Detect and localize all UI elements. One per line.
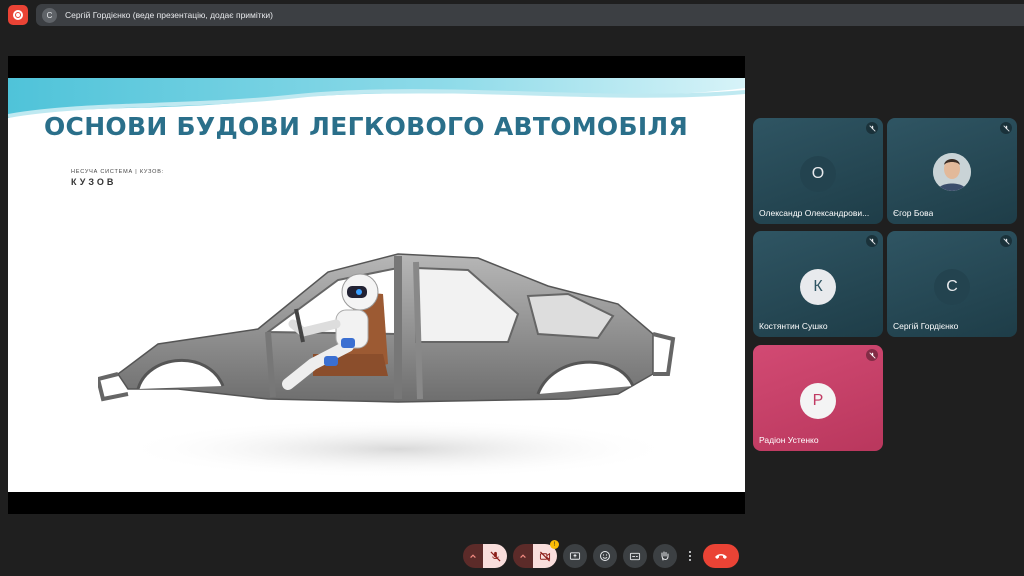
participant-name: Радіон Устенко bbox=[759, 435, 819, 445]
slide-subtitle: КУЗОВ bbox=[71, 177, 117, 187]
mic-off-icon bbox=[1000, 235, 1012, 247]
camera-options-button[interactable] bbox=[513, 544, 533, 568]
call-controls: ! bbox=[463, 540, 739, 568]
participant-tile[interactable]: Єгор Бова bbox=[887, 118, 1017, 224]
participant-tile[interactable]: С Сергій Гордієнко bbox=[887, 231, 1017, 337]
emoji-icon bbox=[600, 551, 610, 561]
reactions-button[interactable] bbox=[593, 544, 617, 568]
chevron-up-icon bbox=[520, 554, 526, 559]
mic-off-icon bbox=[866, 235, 878, 247]
participant-tile[interactable]: Р Радіон Устенко bbox=[753, 345, 883, 451]
meet-window: С Сергій Гордієнко (веде презентацію, до… bbox=[0, 0, 1024, 576]
mic-off-icon bbox=[489, 550, 501, 562]
slide-title: ОСНОВИ БУДОВИ ЛЕГКОВОГО АВТОМОБІЛЯ bbox=[44, 112, 689, 141]
mic-off-icon bbox=[866, 349, 878, 361]
camera-off-icon bbox=[539, 550, 551, 562]
present-button[interactable] bbox=[563, 544, 587, 568]
recording-icon bbox=[13, 10, 23, 20]
participant-photo bbox=[933, 153, 971, 191]
more-icon bbox=[689, 551, 691, 561]
presenter-bar: С Сергій Гордієнко (веде презентацію, до… bbox=[36, 4, 1024, 26]
presentation-stage[interactable]: ОСНОВИ БУДОВИ ЛЕГКОВОГО АВТОМОБІЛЯ НЕСУЧ… bbox=[8, 56, 745, 514]
participant-name: Сергій Гордієнко bbox=[893, 321, 959, 331]
present-icon bbox=[569, 551, 581, 560]
participant-avatar: С bbox=[934, 269, 970, 305]
mic-off-icon bbox=[1000, 122, 1012, 134]
participant-avatar: К bbox=[800, 269, 836, 305]
participant-name: Костянтин Сушко bbox=[759, 321, 828, 331]
leave-call-button[interactable] bbox=[703, 544, 739, 568]
mic-options-button[interactable] bbox=[463, 544, 483, 568]
camera-warning-badge: ! bbox=[550, 540, 559, 549]
chevron-up-icon bbox=[470, 554, 476, 559]
more-options-button[interactable] bbox=[683, 544, 697, 568]
participant-avatar: О bbox=[800, 156, 836, 192]
recording-button[interactable] bbox=[8, 5, 28, 25]
camera-control-group: ! bbox=[513, 540, 559, 568]
camera-toggle-button[interactable]: ! bbox=[533, 540, 559, 568]
participant-name: Єгор Бова bbox=[893, 208, 934, 218]
mic-off-icon bbox=[866, 122, 878, 134]
participant-name: Олександр Олександрови... bbox=[759, 208, 870, 218]
presenter-avatar: С bbox=[42, 7, 57, 23]
participant-tile[interactable]: О Олександр Олександрови... bbox=[753, 118, 883, 224]
raise-hand-icon bbox=[661, 551, 669, 561]
slide-caption: НЕСУЧА СИСТЕМА | КУЗОВ: bbox=[71, 169, 165, 175]
mic-control-group bbox=[463, 544, 507, 568]
presenter-status-text: Сергій Гордієнко (веде презентацію, дода… bbox=[65, 10, 273, 20]
end-call-icon bbox=[715, 554, 727, 559]
mic-toggle-button[interactable] bbox=[483, 544, 507, 568]
presentation-slide: ОСНОВИ БУДОВИ ЛЕГКОВОГО АВТОМОБІЛЯ НЕСУЧ… bbox=[8, 78, 745, 492]
car-body-illustration bbox=[98, 253, 678, 479]
captions-button[interactable] bbox=[623, 544, 647, 568]
captions-icon bbox=[629, 552, 641, 560]
participant-tile[interactable]: К Костянтин Сушко bbox=[753, 231, 883, 337]
raise-hand-button[interactable] bbox=[653, 544, 677, 568]
participant-avatar: Р bbox=[800, 383, 836, 419]
